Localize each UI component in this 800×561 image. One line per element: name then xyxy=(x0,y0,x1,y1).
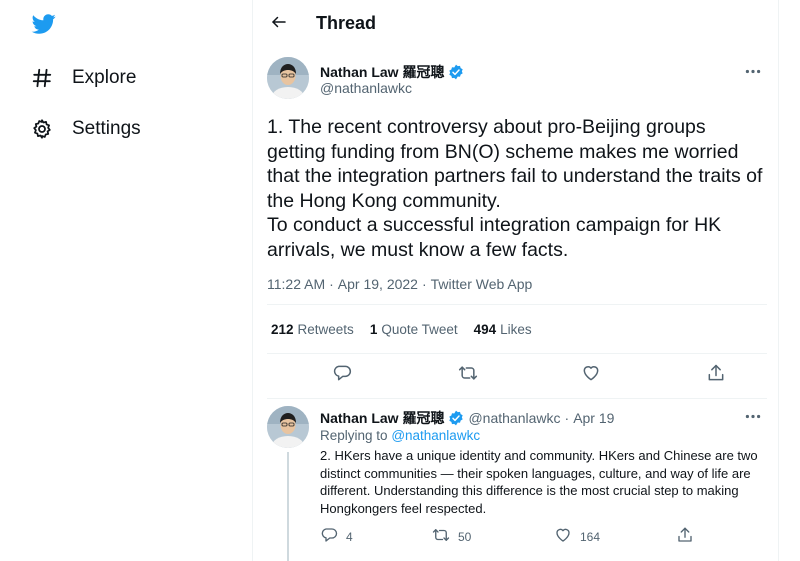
like-count: 164 xyxy=(580,529,601,544)
twitter-bird-icon[interactable] xyxy=(30,12,58,36)
reply-actions: 4 50 164 xyxy=(320,526,720,546)
more-options-button[interactable] xyxy=(742,407,764,423)
gear-icon xyxy=(30,117,54,141)
quote-tweets-stat[interactable]: 1 Quote Tweet xyxy=(370,322,458,337)
more-options-button[interactable] xyxy=(742,62,764,78)
page-title: Thread xyxy=(316,13,377,33)
replying-prefix: Replying to xyxy=(320,428,388,443)
reply-button[interactable] xyxy=(329,362,355,388)
share-button[interactable] xyxy=(676,526,694,547)
author-handle[interactable]: @nathanlawkc xyxy=(320,80,412,96)
reply-bubble-icon xyxy=(320,526,338,547)
retweet-button[interactable]: 50 xyxy=(432,526,471,547)
sidebar-item-label: Settings xyxy=(72,118,141,139)
thread-header: Thread xyxy=(253,0,780,48)
meta-separator: · xyxy=(329,276,334,292)
retweet-button[interactable] xyxy=(455,362,481,388)
tweet-date[interactable]: Apr 19, 2022 xyxy=(338,276,418,292)
heart-icon xyxy=(554,526,572,547)
share-button[interactable] xyxy=(703,362,729,388)
likes-count: 494 xyxy=(473,322,497,337)
author-display-name: Nathan Law 羅冠聰 xyxy=(320,64,445,80)
back-button[interactable] xyxy=(265,10,293,38)
arrow-left-icon xyxy=(270,13,288,36)
reply-text: 2. HKers have a unique identity and comm… xyxy=(320,448,758,516)
likes-label: Likes xyxy=(500,322,532,337)
replying-to: Replying to @nathanlawkc xyxy=(320,428,480,443)
more-dots-icon xyxy=(745,406,761,424)
tweet-time[interactable]: 11:22 AM xyxy=(267,276,325,292)
reply-count: 4 xyxy=(346,529,353,544)
retweets-stat[interactable]: 212 Retweets xyxy=(271,322,354,337)
author-display-name[interactable]: Nathan Law 羅冠聰 xyxy=(320,408,444,428)
heart-icon xyxy=(581,363,601,388)
author-name[interactable]: Nathan Law 羅冠聰 xyxy=(320,62,464,82)
tweet-actions xyxy=(267,362,767,388)
divider xyxy=(267,398,767,399)
hashtag-icon xyxy=(30,66,54,90)
sidebar-item-label: Explore xyxy=(72,67,137,88)
sidebar-item-settings[interactable]: Settings xyxy=(30,114,141,144)
avatar[interactable] xyxy=(267,406,309,448)
tweet-source-link[interactable]: Twitter Web App xyxy=(431,276,533,292)
retweets-label: Retweets xyxy=(297,322,354,337)
reply-bubble-icon xyxy=(332,363,352,388)
retweet-icon xyxy=(432,526,450,547)
divider xyxy=(267,353,767,354)
tweet-text: 1. The recent controversy about pro-Beij… xyxy=(267,116,763,261)
retweet-count: 50 xyxy=(458,529,472,544)
more-dots-icon xyxy=(745,61,761,79)
thread-connector-line xyxy=(287,452,289,561)
like-button[interactable]: 164 xyxy=(554,526,600,547)
verified-badge-icon xyxy=(448,410,464,426)
sidebar-item-explore[interactable]: Explore xyxy=(30,63,136,93)
quote-tweets-count: 1 xyxy=(369,322,378,337)
divider xyxy=(267,304,767,305)
like-button[interactable] xyxy=(578,362,604,388)
share-icon xyxy=(676,526,694,547)
avatar[interactable] xyxy=(267,57,309,99)
reply-header: Nathan Law 羅冠聰 @nathanlawkc · Apr 19 xyxy=(320,408,614,428)
retweets-count: 212 xyxy=(271,322,294,337)
quote-tweets-label: Quote Tweet xyxy=(381,322,458,337)
author-handle[interactable]: @nathanlawkc xyxy=(468,410,560,426)
reply-button[interactable]: 4 xyxy=(320,526,353,547)
meta-separator: · xyxy=(564,410,570,426)
sidebar: Explore Settings xyxy=(0,0,252,561)
share-icon xyxy=(706,363,726,388)
reply-date[interactable]: Apr 19 xyxy=(573,410,614,426)
tweet-meta: 11:22 AM · Apr 19, 2022 · Twitter Web Ap… xyxy=(267,276,532,292)
thread-column: Thread Nathan Law 羅冠聰 @nathanlawkc 1. Th… xyxy=(252,0,779,561)
tweet-stats: 212 Retweets 1 Quote Tweet 494 Likes xyxy=(271,322,532,337)
likes-stat[interactable]: 494 Likes xyxy=(474,322,532,337)
retweet-icon xyxy=(458,363,478,388)
meta-separator: · xyxy=(421,276,427,292)
mention-link[interactable]: @nathanlawkc xyxy=(391,428,480,443)
verified-badge-icon xyxy=(448,64,464,80)
